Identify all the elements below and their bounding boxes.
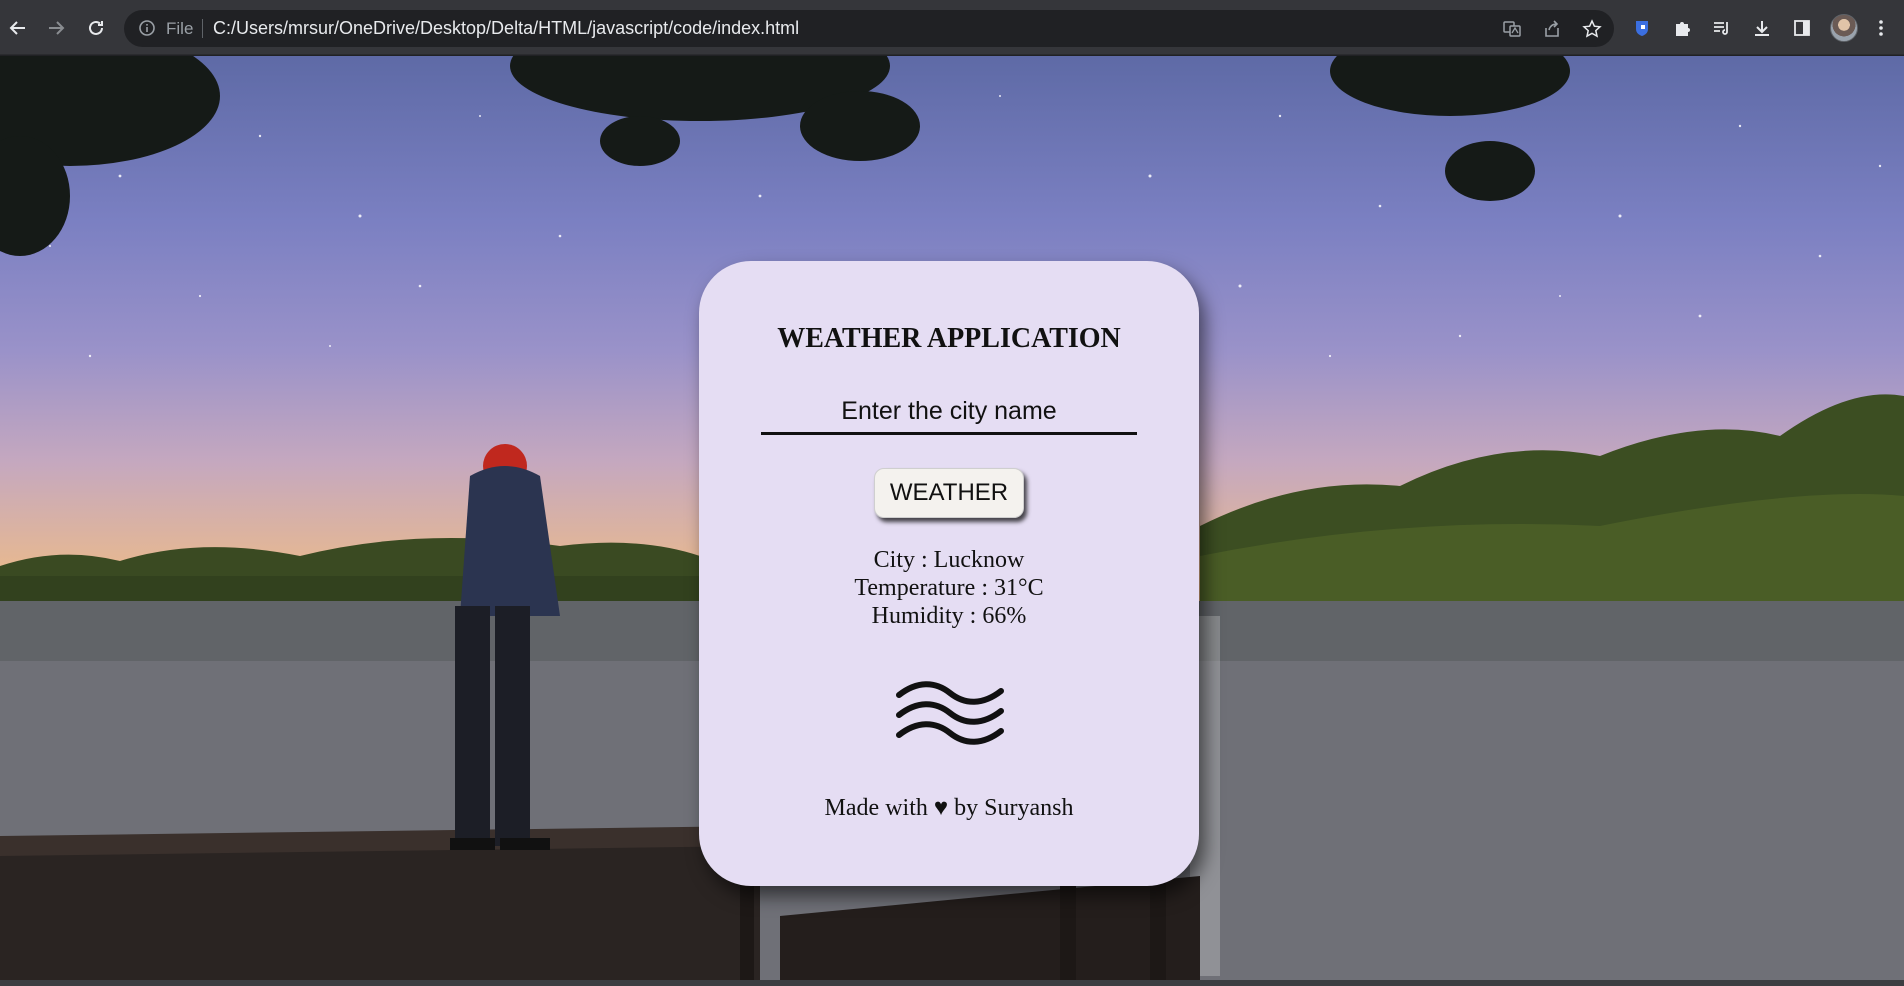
translate-icon[interactable]	[1500, 17, 1524, 41]
wind-waves-icon	[896, 681, 1004, 745]
city-text: City : Lucknow	[873, 547, 1025, 573]
weather-card: WEATHER APPLICATION WEATHER City : Luckn…	[699, 261, 1199, 886]
side-panel-icon[interactable]	[1786, 12, 1818, 44]
weather-button[interactable]: WEATHER	[874, 468, 1024, 518]
back-icon[interactable]	[2, 12, 34, 44]
url-text[interactable]: C:/Users/mrsur/OneDrive/Desktop/Delta/HT…	[213, 18, 799, 39]
city-input[interactable]	[761, 391, 1137, 435]
share-icon[interactable]	[1540, 17, 1564, 41]
temperature-text: Temperature : 31°C	[854, 575, 1044, 601]
reading-list-icon[interactable]	[1706, 12, 1738, 44]
forward-icon[interactable]	[40, 12, 72, 44]
footer-credit: Made with ♥ by Suryansh	[824, 795, 1074, 821]
scheme-label: File	[166, 19, 194, 38]
download-icon[interactable]	[1746, 12, 1778, 44]
reload-icon[interactable]	[80, 12, 112, 44]
avatar[interactable]	[1830, 14, 1858, 42]
address-bar[interactable]: File C:/Users/mrsur/OneDrive/Desktop/Del…	[124, 10, 1614, 47]
browser-toolbar: File C:/Users/mrsur/OneDrive/Desktop/Del…	[0, 0, 1904, 55]
puzzle-icon[interactable]	[1666, 12, 1698, 44]
window-bottom-edge	[0, 980, 1904, 986]
extension-shield-icon[interactable]	[1626, 12, 1658, 44]
info-icon[interactable]	[138, 19, 156, 37]
star-icon[interactable]	[1580, 17, 1604, 41]
app-title: WEATHER APPLICATION	[777, 323, 1121, 354]
humidity-text: Humidity : 66%	[871, 603, 1027, 629]
menu-icon[interactable]	[1868, 12, 1894, 44]
page-viewport: WEATHER APPLICATION WEATHER City : Luckn…	[0, 56, 1904, 980]
omnibox-divider	[202, 19, 203, 38]
